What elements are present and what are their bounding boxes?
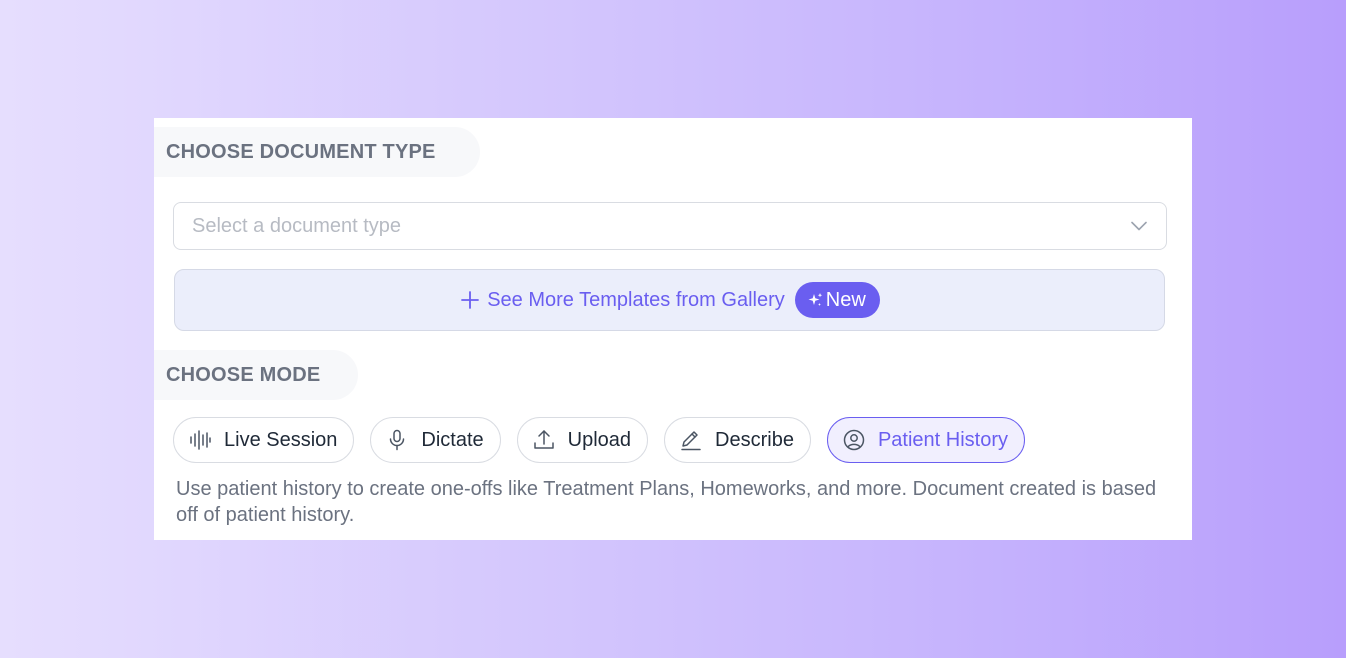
mode-upload-label: Upload [567, 428, 632, 451]
see-more-templates-button[interactable]: See More Templates from Gallery New [174, 269, 1165, 331]
sparkle-icon [807, 292, 823, 308]
pencil-icon [679, 428, 703, 452]
see-more-templates-label: See More Templates from Gallery [487, 288, 785, 311]
mode-options: Live Session Dictate Upload Describe Pat… [173, 417, 1026, 463]
chevron-down-icon [1130, 217, 1148, 235]
mode-live-session-button[interactable]: Live Session [173, 417, 355, 463]
microphone-icon [385, 428, 409, 452]
mode-dictate-button[interactable]: Dictate [370, 417, 501, 463]
mode-dictate-label: Dictate [421, 428, 484, 451]
mode-description: Use patient history to create one-offs l… [176, 478, 1157, 526]
document-type-title: CHOOSE DOCUMENT TYPE [166, 140, 436, 163]
document-type-placeholder: Select a document type [192, 214, 402, 237]
mode-section-header: CHOOSE MODE [154, 350, 358, 400]
document-type-section-header: CHOOSE DOCUMENT TYPE [154, 127, 480, 177]
new-badge-label: New [825, 288, 866, 311]
new-badge: New [794, 282, 880, 318]
upload-icon [532, 428, 556, 452]
mode-patient-history-label: Patient History [877, 428, 1009, 451]
mode-describe-label: Describe [715, 428, 794, 451]
waveform-icon [188, 428, 212, 452]
document-settings-card: CHOOSE DOCUMENT TYPE Select a document t… [154, 118, 1192, 540]
mode-title: CHOOSE MODE [166, 363, 321, 386]
mode-upload-button[interactable]: Upload [516, 417, 649, 463]
document-type-select[interactable]: Select a document type [173, 202, 1167, 250]
plus-icon [459, 289, 481, 311]
mode-live-session-label: Live Session [224, 428, 338, 451]
mode-patient-history-button[interactable]: Patient History [826, 417, 1026, 463]
user-circle-icon [842, 428, 866, 452]
mode-describe-button[interactable]: Describe [664, 417, 811, 463]
